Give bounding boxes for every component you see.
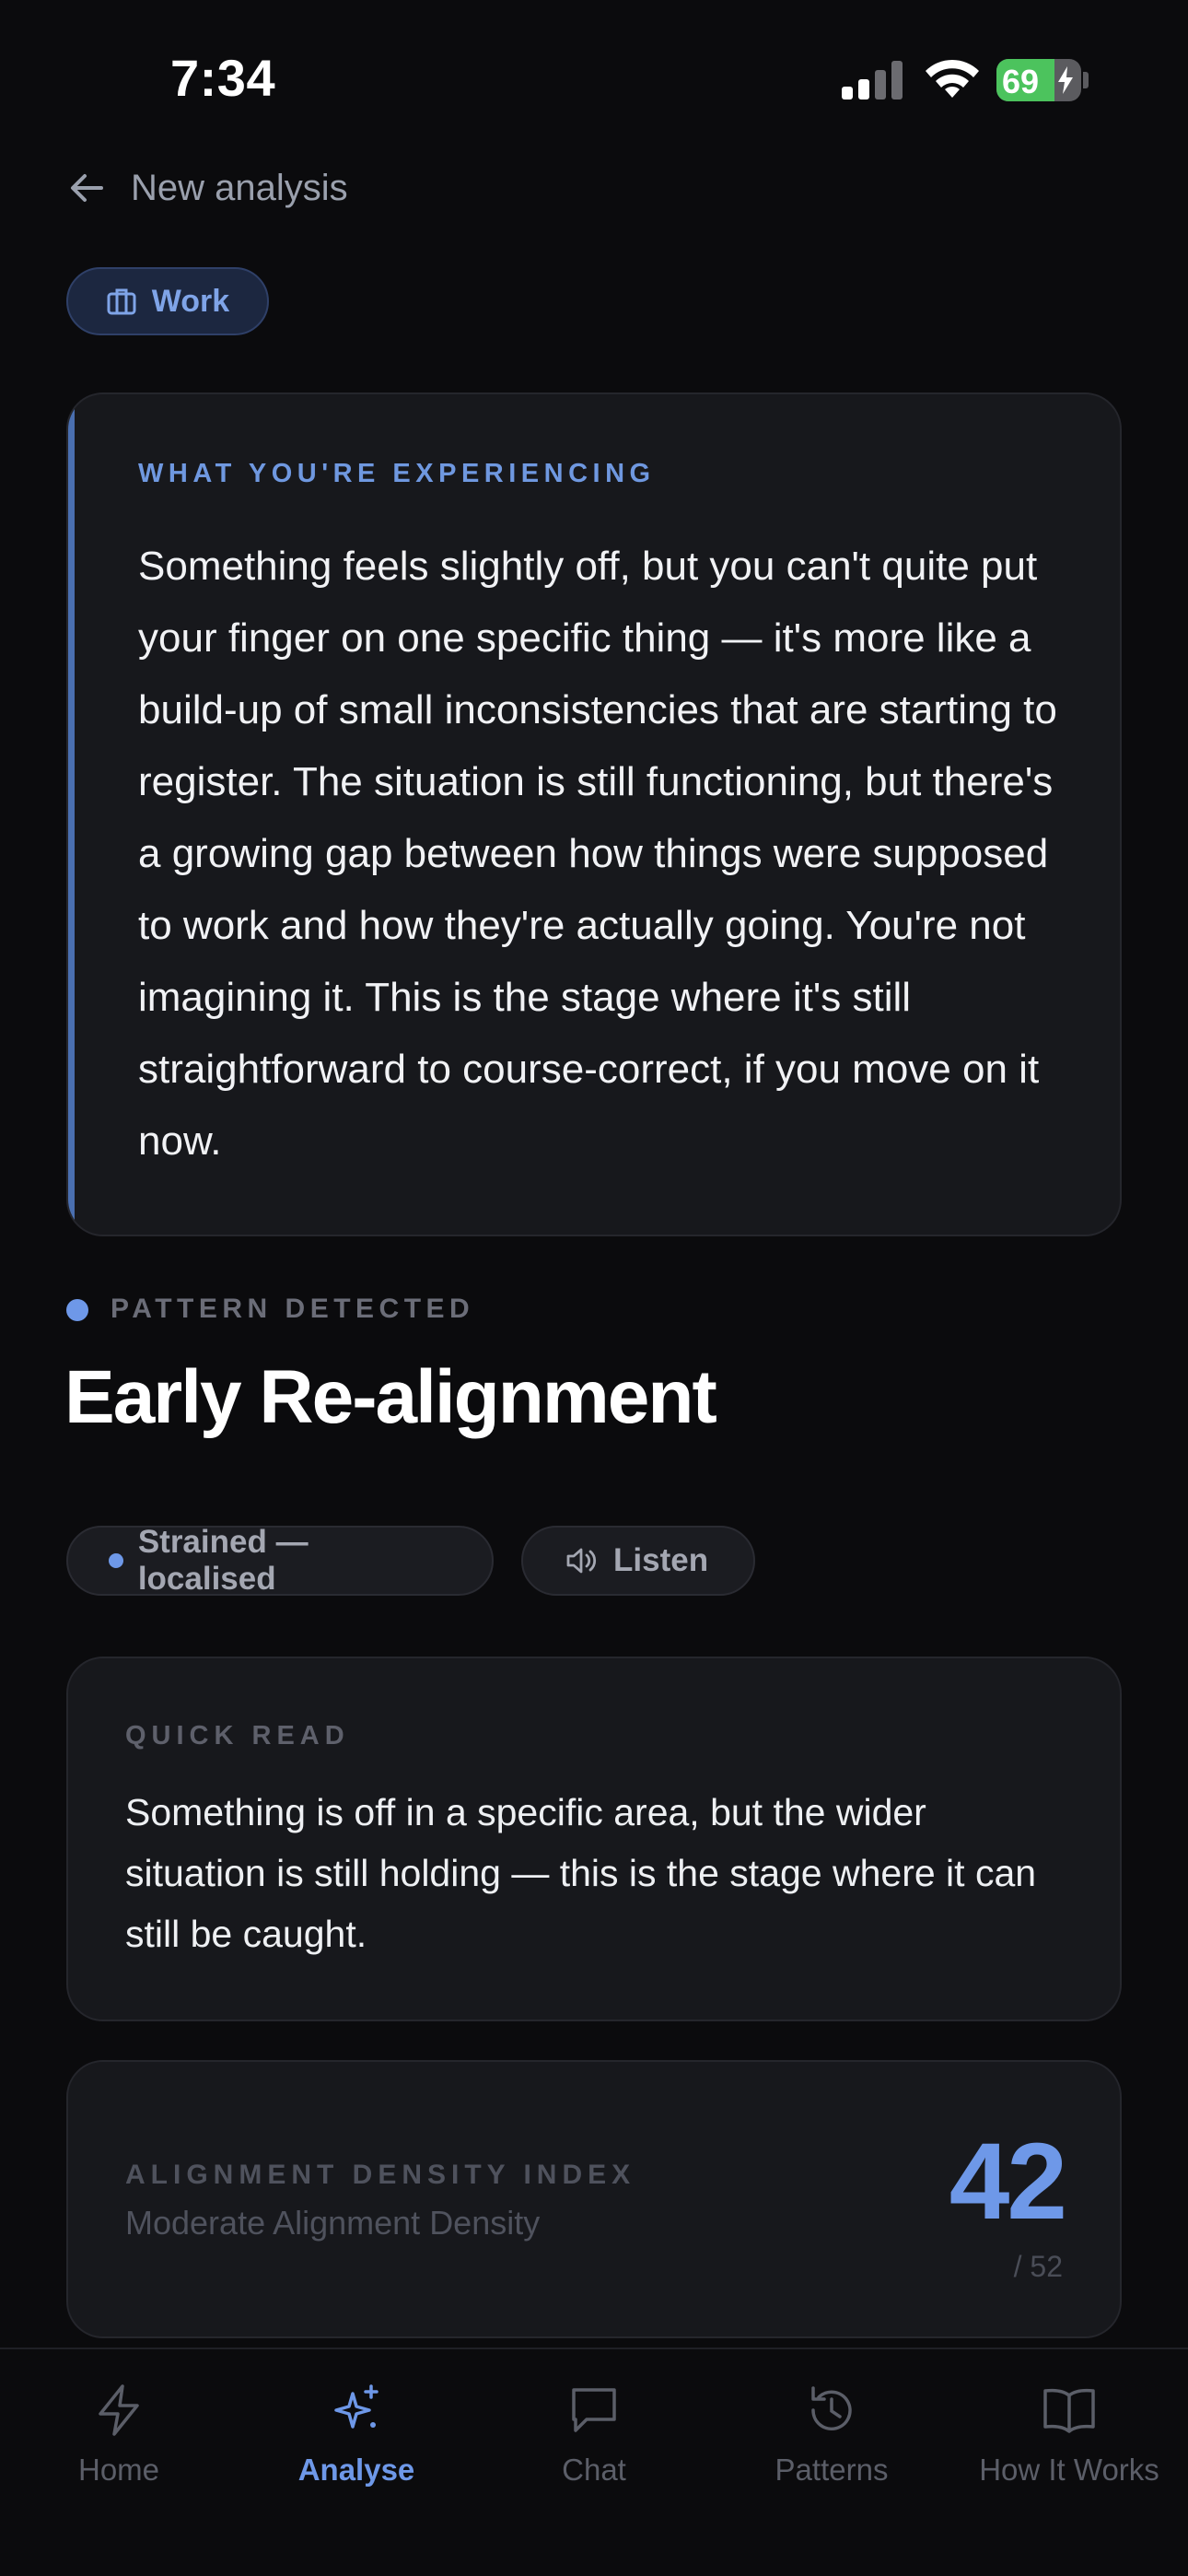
tab-label: Chat [562,2453,626,2487]
alignment-density-card: ALIGNMENT DENSITY INDEX Moderate Alignme… [66,2060,1122,2338]
experience-card: WHAT YOU'RE EXPERIENCING Something feels… [66,392,1122,1236]
speaker-icon [566,1548,597,1574]
wifi-icon [926,59,979,98]
adi-label: ALIGNMENT DENSITY INDEX [125,2160,636,2190]
quick-read-text: Something is off in a specific area, but… [125,1791,1037,1955]
tab-analyse[interactable]: Analyse [238,2381,475,2488]
experience-text: Something feels slightly off, but you ca… [138,544,1057,1164]
tab-patterns[interactable]: Patterns [713,2381,950,2488]
cellular-signal-icon [842,61,903,100]
sparkles-icon [334,2384,379,2429]
category-chip[interactable]: Work [66,267,269,335]
tab-label: Patterns [775,2453,889,2487]
status-dot [109,1553,123,1568]
status-time: 7:34 [170,49,276,107]
tab-home[interactable]: Home [0,2381,238,2488]
history-icon [811,2386,852,2430]
briefcase-icon [107,288,136,315]
tab-chat[interactable]: Chat [475,2381,713,2488]
tab-label: Home [77,2453,160,2487]
back-button[interactable]: New analysis [66,162,348,214]
adi-max: / 52 [1013,2250,1063,2283]
tab-how-it-works[interactable]: How It Works [950,2381,1188,2488]
battery-icon: 69 [996,59,1081,101]
chat-bubble-icon [572,2388,616,2432]
card-accent-bar [68,394,75,1235]
category-label: Work [151,283,230,319]
book-icon [1043,2388,1095,2433]
adi-sublabel: Moderate Alignment Density [125,2204,541,2242]
tab-bar: Home Analyse Chat Patterns How It Works [0,2348,1188,2576]
listen-label: Listen [613,1542,709,1578]
back-label: New analysis [131,167,348,208]
pattern-title: Early Re-alignment [64,1355,717,1439]
pattern-detected-label: PATTERN DETECTED [111,1294,475,1324]
battery-level: 69 [1002,63,1040,100]
tab-label: How It Works [979,2453,1159,2487]
experience-label: WHAT YOU'RE EXPERIENCING [138,459,656,488]
bolt-icon [99,2384,139,2436]
battery-cap [1083,72,1089,88]
tab-label: Analyse [297,2453,415,2487]
status-label: Strained — localised [137,1524,309,1597]
status-badge: Strained — localised [66,1524,494,1597]
arrow-left-icon [71,174,103,202]
adi-score: 42 [949,2121,1067,2242]
listen-button[interactable]: Listen [521,1526,755,1596]
quick-read-card: QUICK READ Something is off in a specifi… [66,1657,1122,2021]
quick-read-label: QUICK READ [125,1721,350,1751]
pattern-indicator-dot [66,1299,88,1321]
charging-bolt-icon [1058,66,1073,94]
